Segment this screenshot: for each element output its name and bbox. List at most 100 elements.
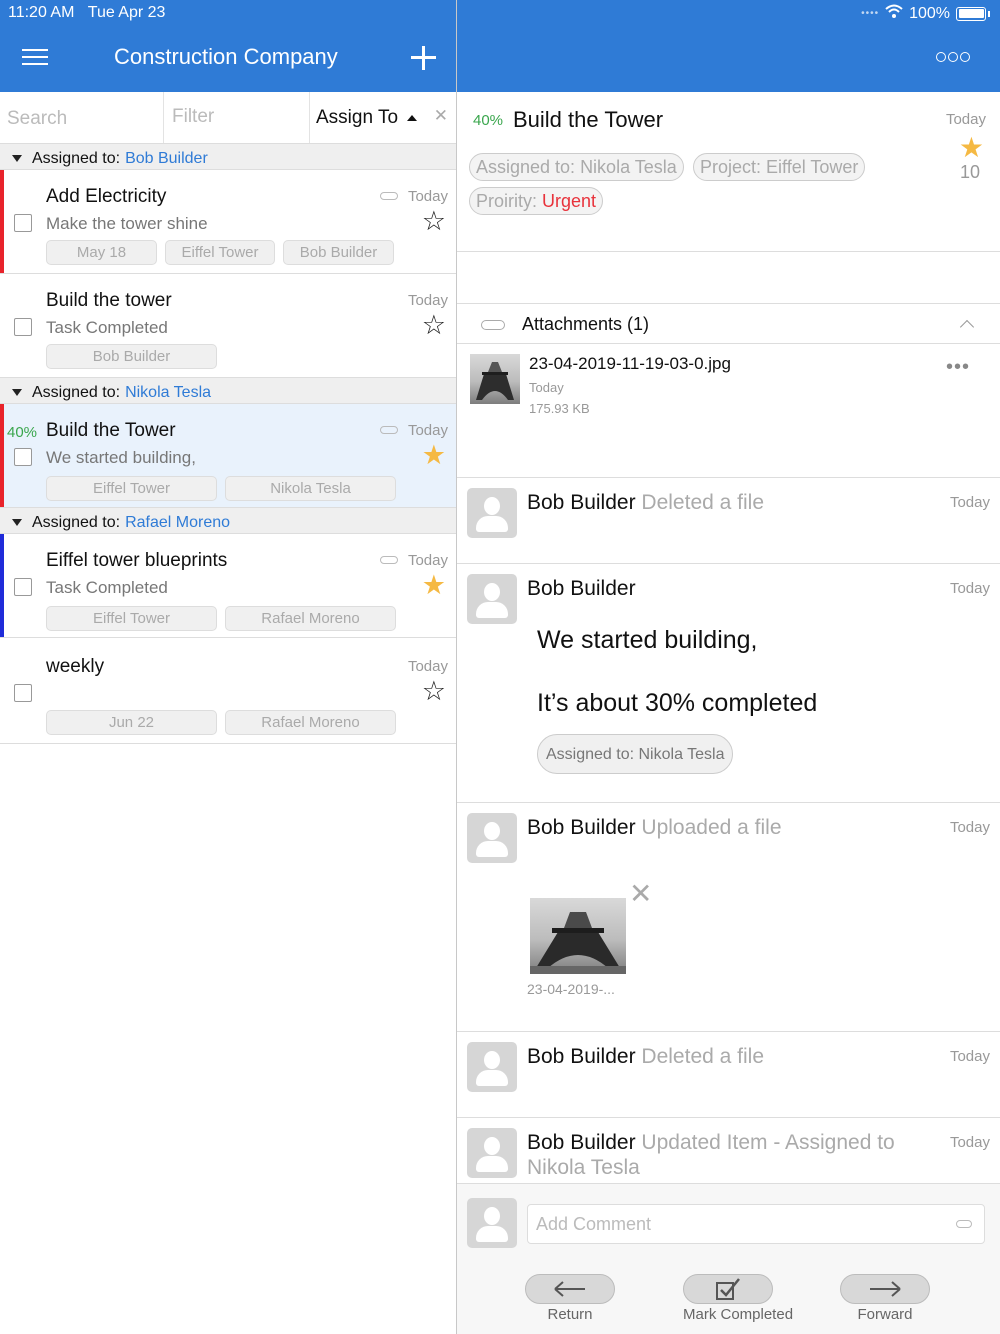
attachment-thumbnail[interactable] bbox=[470, 354, 520, 404]
comment-input[interactable]: Add Comment bbox=[527, 1204, 985, 1244]
group-header-nikola-tesla[interactable]: Assigned to: Nikola Tesla bbox=[0, 378, 456, 404]
add-task-plus-icon[interactable] bbox=[410, 44, 438, 72]
activity-comment: Bob Builder Today We started building, I… bbox=[457, 564, 1000, 803]
task-row[interactable]: Eiffel tower blueprints Task Completed T… bbox=[0, 534, 456, 638]
tower-photo-icon bbox=[476, 362, 514, 400]
assigned-chip[interactable]: Assigned to: Nikola Tesla bbox=[469, 153, 684, 181]
collapse-triangle-icon bbox=[12, 389, 22, 396]
collapse-triangle-icon bbox=[12, 519, 22, 526]
comment-placeholder: Add Comment bbox=[536, 1214, 652, 1234]
group-header-bob-builder[interactable]: Assigned to: Bob Builder bbox=[0, 144, 456, 170]
task-date: Today bbox=[407, 658, 448, 675]
task-row[interactable]: weekly Today ☆ Jun 22 Rafael Moreno bbox=[0, 638, 456, 744]
forward-button[interactable]: Forward bbox=[840, 1274, 930, 1323]
comment-assigned-chip[interactable]: Assigned to: Nikola Tesla bbox=[537, 734, 734, 774]
activity-action: Deleted a file bbox=[641, 491, 764, 514]
paperclip-icon bbox=[380, 556, 398, 564]
task-checkbox[interactable] bbox=[14, 578, 32, 596]
tag-due-date: Jun 22 bbox=[46, 710, 217, 735]
task-row[interactable]: Add Electricity Make the tower shine Tod… bbox=[0, 170, 456, 274]
task-subtitle: Task Completed bbox=[46, 318, 168, 337]
task-list-pane: Search Filter Assign To ✕ Assigned to: B… bbox=[0, 92, 456, 744]
chevron-up-icon[interactable] bbox=[959, 319, 975, 335]
task-row-selected[interactable]: 40% Build the Tower We started building,… bbox=[0, 404, 456, 508]
task-row[interactable]: Build the tower Task Completed Today ☆ B… bbox=[0, 274, 456, 378]
attachment-more-icon[interactable]: ••• bbox=[946, 356, 970, 379]
avatar bbox=[467, 813, 517, 863]
task-tags: Bob Builder bbox=[46, 344, 217, 369]
star-outline-icon[interactable]: ☆ bbox=[422, 208, 446, 235]
avatar bbox=[467, 574, 517, 624]
tag-due-date: May 18 bbox=[46, 240, 157, 265]
group-header-rafael-moreno[interactable]: Assigned to: Rafael Moreno bbox=[0, 508, 456, 534]
star-count: 10 bbox=[959, 162, 980, 182]
uploaded-image-thumbnail[interactable] bbox=[530, 898, 626, 974]
mark-completed-button[interactable]: Mark Completed bbox=[683, 1274, 794, 1323]
activity-user: Bob Builder bbox=[527, 577, 636, 600]
attachment-item[interactable]: 23-04-2019-11-19-03-0.jpg Today 175.93 K… bbox=[457, 344, 1000, 424]
group-name: Nikola Tesla bbox=[125, 383, 212, 401]
status-indicators: •••• 100% bbox=[861, 4, 990, 23]
star-filled-icon[interactable]: ★ bbox=[422, 572, 446, 599]
task-checkbox[interactable] bbox=[14, 214, 32, 232]
remove-upload-close-icon[interactable]: ✕ bbox=[629, 877, 652, 910]
filter-input[interactable]: Filter bbox=[164, 92, 310, 143]
wifi-icon bbox=[885, 4, 903, 23]
task-title: weekly bbox=[46, 656, 105, 677]
task-tags: May 18 Eiffel Tower Bob Builder bbox=[46, 240, 394, 265]
battery-icon bbox=[956, 6, 986, 21]
arrow-left-icon bbox=[525, 1274, 615, 1304]
tag-assignee: Bob Builder bbox=[283, 240, 394, 265]
activity-date: Today bbox=[949, 1134, 990, 1151]
search-input[interactable]: Search bbox=[0, 92, 164, 143]
detail-title[interactable]: Build the Tower bbox=[513, 107, 663, 133]
return-button[interactable]: Return bbox=[525, 1274, 615, 1323]
group-name: Bob Builder bbox=[125, 149, 208, 167]
checkbox-check-icon bbox=[683, 1274, 773, 1304]
pane-divider bbox=[456, 0, 457, 1334]
task-checkbox[interactable] bbox=[14, 448, 32, 466]
sort-ascending-icon bbox=[407, 114, 418, 121]
attachments-title: Attachments (1) bbox=[522, 314, 650, 334]
hamburger-menu-icon[interactable] bbox=[22, 49, 48, 67]
task-subtitle: We started building, bbox=[46, 448, 196, 467]
attachment-date: Today bbox=[529, 380, 564, 395]
star-filled-icon[interactable]: ★ bbox=[959, 131, 984, 164]
clear-sort-icon[interactable]: ✕ bbox=[434, 106, 448, 126]
star-outline-icon[interactable]: ☆ bbox=[422, 678, 446, 705]
attachments-header[interactable]: Attachments (1) bbox=[457, 304, 1000, 344]
task-checkbox[interactable] bbox=[14, 318, 32, 336]
detail-header: 40% Build the Tower Today ★ 10 Assigned … bbox=[457, 92, 1000, 252]
section-spacer bbox=[457, 424, 1000, 478]
sort-assign-to-button[interactable]: Assign To ✕ bbox=[310, 92, 456, 143]
arrow-right-icon bbox=[840, 1274, 930, 1304]
star-filled-icon[interactable]: ★ bbox=[422, 442, 446, 469]
task-title: Build the Tower bbox=[46, 420, 176, 441]
activity-action: Uploaded a file bbox=[641, 816, 782, 839]
task-date: Today bbox=[407, 188, 448, 205]
task-checkbox[interactable] bbox=[14, 684, 32, 702]
task-subtitle: Make the tower shine bbox=[46, 214, 208, 233]
project-chip[interactable]: Project: Eiffel Tower bbox=[693, 153, 866, 181]
task-tags: Jun 22 Rafael Moreno bbox=[46, 710, 396, 735]
mark-completed-label: Mark Completed bbox=[683, 1306, 794, 1323]
star-outline-icon[interactable]: ☆ bbox=[422, 312, 446, 339]
tower-photo-icon bbox=[530, 912, 626, 974]
task-subtitle: Task Completed bbox=[46, 578, 168, 597]
group-prefix: Assigned to: bbox=[32, 513, 121, 531]
avatar bbox=[467, 488, 517, 538]
top-bar: 11:20 AM Tue Apr 23 •••• 100% Constructi… bbox=[0, 0, 1000, 92]
battery-tip bbox=[988, 10, 990, 17]
attach-paperclip-icon[interactable] bbox=[956, 1220, 972, 1228]
detail-date: Today bbox=[945, 111, 986, 128]
task-percent: 40% bbox=[7, 424, 38, 441]
activity-entry: Bob Builder Deleted a file Today bbox=[457, 1032, 1000, 1118]
tag-project: Eiffel Tower bbox=[46, 606, 217, 631]
more-options-icon[interactable] bbox=[936, 52, 970, 62]
group-prefix: Assigned to: bbox=[32, 383, 121, 401]
tag-assignee: Bob Builder bbox=[46, 344, 217, 369]
priority-chip[interactable]: Proirity: Urgent bbox=[469, 187, 604, 215]
task-title: Add Electricity bbox=[46, 186, 167, 207]
battery-percent: 100% bbox=[909, 4, 950, 22]
avatar bbox=[467, 1128, 517, 1178]
